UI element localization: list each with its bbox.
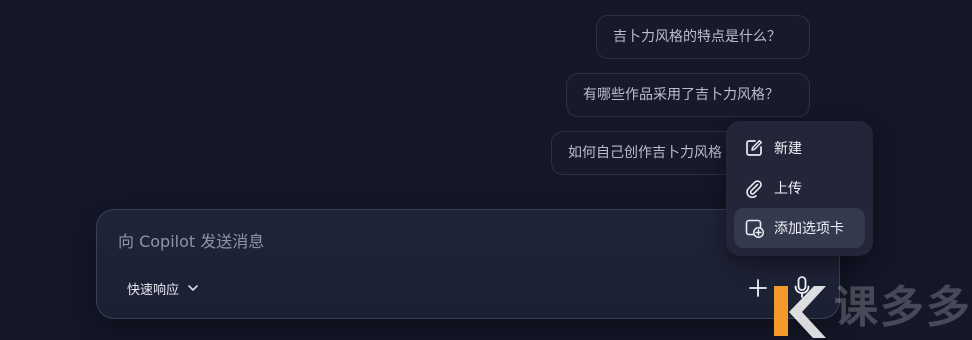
edit-icon	[746, 139, 763, 156]
message-placeholder: 向 Copilot 发送消息	[118, 232, 265, 251]
menu-item-label: 添加选项卡	[774, 221, 844, 237]
add-content-menu: 新建 上传 添加选项卡	[726, 121, 873, 256]
suggestion-button-ghibli-works[interactable]: 有哪些作品采用了吉卜力风格？	[566, 73, 810, 117]
plus-icon	[749, 279, 767, 297]
watermark-k-icon	[774, 286, 826, 338]
menu-item-label: 新建	[774, 141, 802, 157]
suggestion-text: 有哪些作品采用了吉卜力风格？	[583, 87, 779, 103]
watermark-text: 课多多	[834, 282, 972, 333]
suggestion-button-ghibli-features[interactable]: 吉卜力风格的特点是什么？	[596, 15, 810, 59]
response-mode-label: 快速响应	[127, 282, 180, 298]
menu-item-label: 上传	[774, 181, 802, 197]
menu-item-upload[interactable]: 上传	[734, 168, 865, 208]
message-input[interactable]: 向 Copilot 发送消息	[118, 228, 264, 252]
menu-item-new[interactable]: 新建	[734, 128, 865, 168]
chevron-down-icon	[188, 285, 198, 291]
paperclip-icon	[746, 180, 762, 198]
add-content-button[interactable]	[746, 276, 770, 300]
menu-item-add-tab[interactable]: 添加选项卡	[734, 208, 865, 248]
suggestion-text: 如何自己创作吉卜力风格	[568, 145, 722, 161]
add-tab-icon	[745, 219, 764, 238]
watermark-logo: 课多多	[768, 276, 972, 340]
suggestion-text: 吉卜力风格的特点是什么？	[613, 29, 781, 45]
response-mode-select[interactable]: 快速响应	[117, 276, 209, 300]
